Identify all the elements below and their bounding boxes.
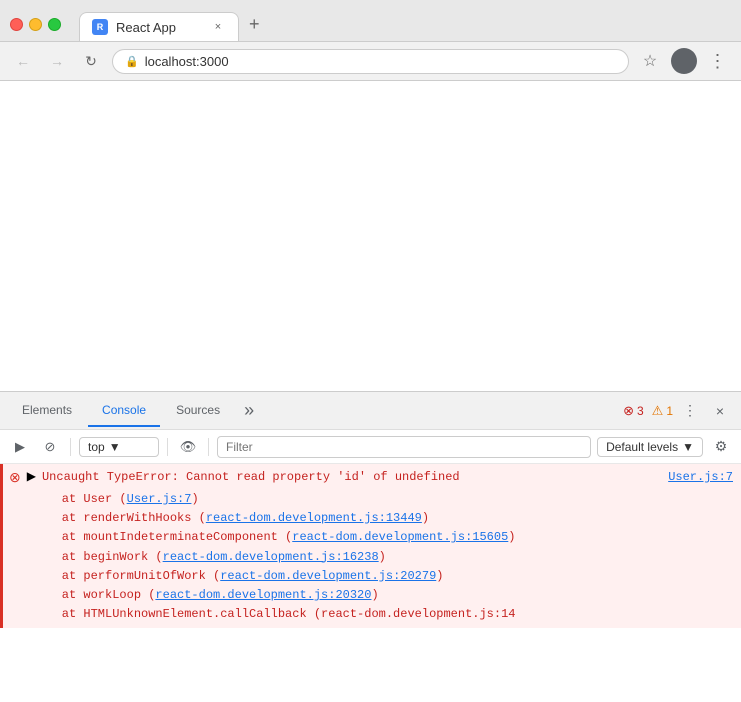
tab-elements[interactable]: Elements [8, 395, 86, 427]
console-output: ⊗ ▶ Uncaught TypeError: Cannot read prop… [0, 464, 741, 702]
levels-arrow-icon: ▼ [682, 440, 694, 454]
lock-icon: 🔒 [125, 55, 139, 68]
browser-menu-button[interactable]: ⋮ [705, 48, 731, 74]
browser-tab[interactable]: R React App × [79, 12, 239, 41]
play-icon: ▶ [15, 439, 25, 455]
error-main-line: ⊗ ▶ Uncaught TypeError: Cannot read prop… [9, 468, 733, 490]
console-toolbar: ▶ ⊘ top ▼ 👁 Default levels ▼ ⚙ [0, 430, 741, 464]
filter-input[interactable] [217, 436, 591, 458]
console-settings-button[interactable]: ⚙ [709, 435, 733, 459]
devtools-tab-bar: Elements Console Sources » ⊗ 3 ⚠ 1 ⋮ × [0, 392, 741, 430]
error-count-icon: ⊗ [623, 403, 634, 419]
toolbar-separator-2 [167, 438, 168, 456]
stack-link-1[interactable]: react-dom.development.js:13449 [206, 511, 422, 525]
stack-line-5: at workLoop (react-dom.development.js:20… [33, 586, 733, 605]
profile-button[interactable] [671, 48, 697, 74]
eye-button[interactable]: 👁 [176, 435, 200, 459]
stack-link-5[interactable]: react-dom.development.js:20320 [155, 588, 371, 602]
devtools-actions: ⊗ 3 ⚠ 1 ⋮ × [623, 398, 733, 424]
toolbar-separator-3 [208, 438, 209, 456]
stack-trace: at User (User.js:7) at renderWithHooks (… [9, 490, 733, 624]
context-arrow-icon: ▼ [109, 440, 121, 454]
forward-button[interactable]: → [44, 48, 70, 74]
stack-link-3[interactable]: react-dom.development.js:16238 [163, 550, 379, 564]
new-tab-button[interactable]: + [239, 8, 270, 41]
devtools-close-button[interactable]: × [707, 398, 733, 424]
tab-bar: R React App × + [79, 8, 731, 41]
error-expand-triangle[interactable]: ▶ [27, 468, 36, 486]
log-levels-dropdown[interactable]: Default levels ▼ [597, 437, 703, 457]
more-tabs-button[interactable]: » [236, 398, 262, 424]
stack-link-2[interactable]: react-dom.development.js:15605 [292, 530, 508, 544]
error-count-badge: ⊗ 3 [623, 403, 644, 419]
warning-count-icon: ⚠ [652, 403, 664, 419]
stack-link-4[interactable]: react-dom.development.js:20279 [220, 569, 436, 583]
back-button[interactable]: ← [10, 48, 36, 74]
stack-line-6: at HTMLUnknownElement.callCallback (reac… [33, 605, 733, 624]
stack-line-0: at User (User.js:7) [33, 490, 733, 509]
browser-chrome: R React App × + ← → ↻ 🔒 localhost:3000 ☆… [0, 0, 741, 81]
tab-title: React App [116, 20, 176, 35]
ban-icon: ⊘ [45, 439, 56, 455]
maximize-window-button[interactable] [48, 18, 61, 31]
default-levels-label: Default levels [606, 440, 678, 454]
stack-line-1: at renderWithHooks (react-dom.developmen… [33, 509, 733, 528]
clear-console-button[interactable]: ⊘ [38, 435, 62, 459]
close-window-button[interactable] [10, 18, 23, 31]
error-message-text: Uncaught TypeError: Cannot read property… [42, 468, 733, 486]
context-selector[interactable]: top ▼ [79, 437, 159, 457]
tab-sources[interactable]: Sources [162, 395, 234, 427]
url-display: localhost:3000 [145, 54, 616, 69]
context-value: top [88, 440, 105, 454]
stack-line-2: at mountIndeterminateComponent (react-do… [33, 528, 733, 547]
error-count: 3 [637, 404, 644, 418]
stack-line-4: at performUnitOfWork (react-dom.developm… [33, 567, 733, 586]
bookmark-button[interactable]: ☆ [637, 48, 663, 74]
address-bar[interactable]: 🔒 localhost:3000 [112, 49, 629, 74]
error-source-link[interactable]: User.js:7 [668, 468, 733, 486]
error-circle-icon: ⊗ [9, 469, 21, 490]
devtools-panel: Elements Console Sources » ⊗ 3 ⚠ 1 ⋮ × ▶… [0, 391, 741, 702]
browser-toolbar: ← → ↻ 🔒 localhost:3000 ☆ ⋮ [0, 42, 741, 81]
traffic-lights [10, 18, 61, 31]
title-bar: R React App × + [0, 0, 741, 42]
devtools-more-button[interactable]: ⋮ [677, 398, 703, 424]
error-entry: ⊗ ▶ Uncaught TypeError: Cannot read prop… [0, 464, 741, 628]
settings-icon: ⚙ [715, 438, 728, 455]
execute-script-button[interactable]: ▶ [8, 435, 32, 459]
page-content [0, 81, 741, 391]
toolbar-separator [70, 438, 71, 456]
tab-close-button[interactable]: × [210, 19, 226, 35]
eye-icon: 👁 [180, 439, 197, 455]
reload-button[interactable]: ↻ [78, 48, 104, 74]
minimize-window-button[interactable] [29, 18, 42, 31]
stack-link-0[interactable]: User.js:7 [127, 492, 192, 506]
warning-count-badge: ⚠ 1 [652, 403, 673, 419]
stack-line-3: at beginWork (react-dom.development.js:1… [33, 548, 733, 567]
warning-count: 1 [666, 404, 673, 418]
tab-console[interactable]: Console [88, 395, 160, 427]
tab-favicon: R [92, 19, 108, 35]
